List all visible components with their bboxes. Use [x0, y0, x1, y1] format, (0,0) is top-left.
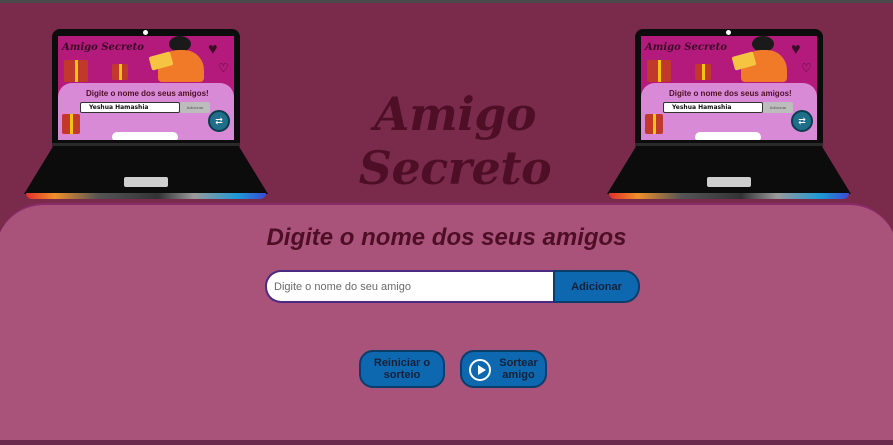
laptop-hinge: [635, 143, 823, 146]
shuffle-icon: ⇄: [208, 110, 230, 132]
gift-icon: [112, 64, 128, 80]
draw-button-label-line2: amigo: [502, 369, 535, 381]
screen-pill: [112, 132, 178, 140]
play-circle-icon: [469, 359, 491, 381]
gift-icon: [645, 114, 663, 134]
header: Amigo Secreto ♥ ♡ Digite o nome dos seus…: [0, 3, 893, 203]
reset-button-label-line1: Reiniciar o: [373, 357, 431, 369]
reset-draw-button[interactable]: Reiniciar o sorteio: [359, 350, 445, 388]
laptop-trackpad: [707, 177, 751, 187]
bottom-border: [0, 440, 893, 445]
webcam-icon: [143, 30, 148, 35]
laptop-trackpad: [124, 177, 168, 187]
heart-icon: ♡: [801, 61, 812, 75]
friend-name-input[interactable]: [265, 270, 555, 303]
screen-subtitle: Digite o nome dos seus amigos!: [669, 89, 792, 98]
reset-button-label-line2: sorteio: [383, 369, 421, 381]
screen-input: Yeshua Hamashia: [80, 102, 180, 113]
add-button[interactable]: Adicionar: [553, 270, 640, 303]
gift-icon: [62, 114, 80, 134]
draw-friend-button[interactable]: Sortear amigo: [460, 350, 547, 388]
laptop-illustration-right: Amigo Secreto ♥ ♡ Digite o nome dos seus…: [607, 29, 851, 201]
laptop-screen: Amigo Secreto ♥ ♡ Digite o nome dos seus…: [641, 36, 817, 140]
laptop-hinge: [52, 143, 240, 146]
webcam-icon: [726, 30, 731, 35]
heart-icon: ♥: [791, 41, 801, 58]
laptop-lid: Amigo Secreto ♥ ♡ Digite o nome dos seus…: [635, 29, 823, 147]
heart-icon: ♥: [208, 41, 218, 58]
screen-pill: [695, 132, 761, 140]
laptop-edge: [26, 193, 266, 199]
draw-button-label-line1: Sortear: [499, 357, 538, 369]
add-friend-form: Adicionar: [265, 270, 640, 304]
laptop-illustration-left: Amigo Secreto ♥ ♡ Digite o nome dos seus…: [24, 29, 268, 201]
page-title: Amigo Secreto: [358, 87, 552, 195]
screen-title: Amigo Secreto: [645, 42, 727, 53]
screen-input: Yeshua Hamashia: [663, 102, 763, 113]
laptop-edge: [609, 193, 849, 199]
screen-title: Amigo Secreto: [62, 42, 144, 53]
gift-icon: [64, 60, 88, 82]
laptop-lid: Amigo Secreto ♥ ♡ Digite o nome dos seus…: [52, 29, 240, 147]
shuffle-icon: ⇄: [791, 110, 813, 132]
screen-button: Adicionar: [763, 102, 793, 113]
screen-button: Adicionar: [180, 102, 210, 113]
section-subtitle: Digite o nome dos seus amigos: [266, 224, 627, 251]
gift-icon: [695, 64, 711, 80]
laptop-screen: Amigo Secreto ♥ ♡ Digite o nome dos seus…: [58, 36, 234, 140]
screen-subtitle: Digite o nome dos seus amigos!: [86, 89, 209, 98]
heart-icon: ♡: [218, 61, 229, 75]
gift-icon: [647, 60, 671, 82]
